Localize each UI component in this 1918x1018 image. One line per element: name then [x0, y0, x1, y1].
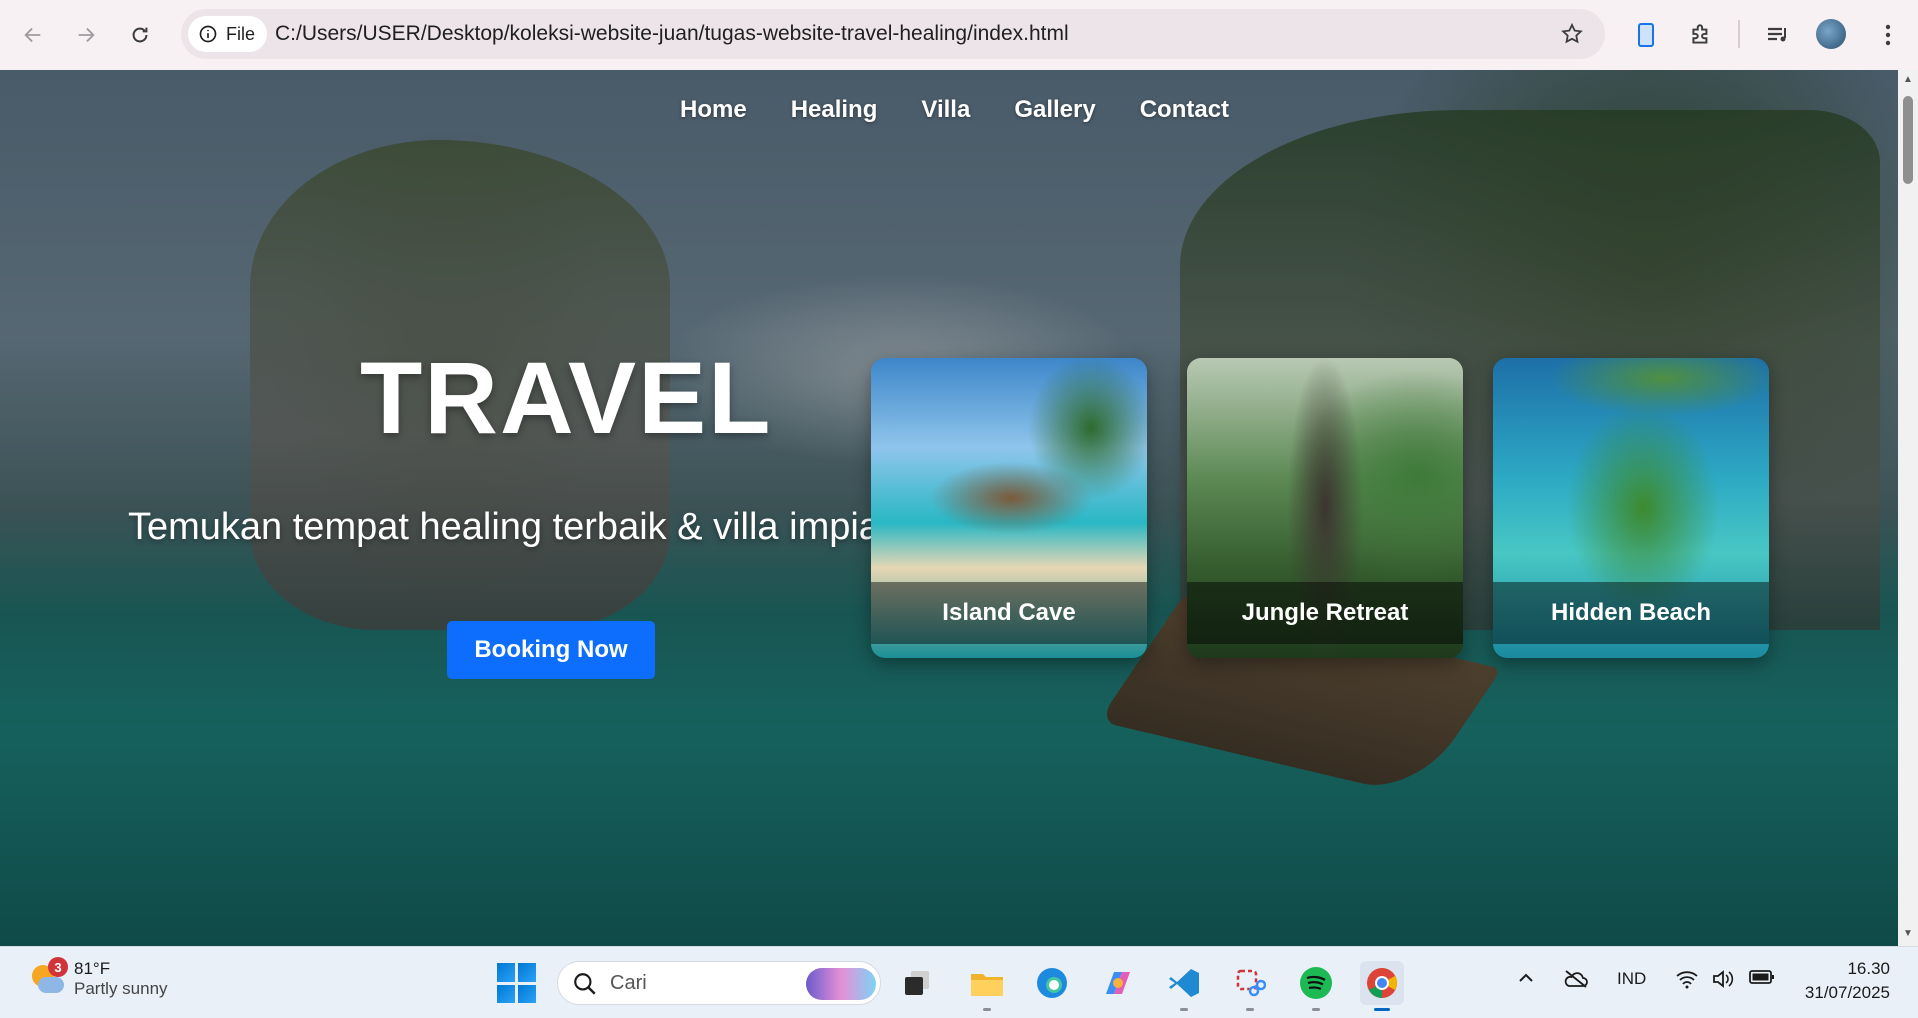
taskbar-copilot[interactable] [1096, 961, 1140, 1005]
bookmark-button[interactable] [1557, 19, 1587, 49]
notification-badge: 3 [48, 957, 68, 977]
clock-date: 31/07/2025 [1804, 983, 1890, 1002]
edge-icon [1037, 968, 1067, 998]
file-label: File [226, 23, 256, 44]
scroll-down-icon[interactable]: ▼ [1902, 928, 1914, 940]
hero-subtitle-clip: Temukan tempat healing terbaik & villa i… [128, 506, 880, 566]
start-button[interactable] [497, 963, 537, 1003]
weather-desc: Partly sunny [74, 979, 168, 998]
running-indicator [983, 1008, 991, 1011]
onedrive-status[interactable] [1563, 969, 1589, 994]
nav-contact[interactable]: Contact [1140, 96, 1229, 124]
copilot-icon [1106, 972, 1130, 994]
page-viewport: Home Healing Villa Gallery Contact TRAVE… [0, 70, 1898, 946]
cloud-offline-icon [1564, 970, 1588, 988]
card-jungle-retreat[interactable]: Jungle Retreat [1187, 358, 1463, 658]
nav-villa[interactable]: Villa [921, 96, 970, 124]
vscode-icon [1169, 969, 1199, 997]
site-nav: Home Healing Villa Gallery Contact [680, 96, 1229, 124]
active-indicator [1374, 1008, 1390, 1011]
task-view-button[interactable] [895, 961, 939, 1005]
clock-time: 16.30 [1847, 959, 1890, 978]
search-placeholder: Cari [610, 972, 647, 994]
system-clock[interactable]: 16.30 31/07/2025 [1805, 957, 1890, 1005]
toolbar-divider [1738, 20, 1740, 48]
booking-now-button[interactable]: Booking Now [447, 621, 655, 679]
site-info-chip[interactable]: File [188, 16, 268, 52]
media-control-button[interactable] [1759, 16, 1797, 54]
info-icon [199, 25, 217, 43]
hero-title: TRAVEL [360, 341, 773, 455]
wifi-status[interactable] [1675, 969, 1699, 994]
weather-widget[interactable]: 3 81°F Partly sunny [28, 957, 168, 999]
page-scrollbar[interactable]: ▲ ▼ [1898, 70, 1918, 946]
taskbar-spotify[interactable] [1294, 961, 1338, 1011]
folder-icon [971, 974, 1003, 996]
scissors-icon [1236, 969, 1266, 997]
scroll-up-icon[interactable]: ▲ [1902, 74, 1914, 86]
running-indicator [1180, 1008, 1188, 1011]
card-island-cave[interactable]: Island Cave [871, 358, 1147, 658]
taskbar-edge[interactable] [1030, 961, 1074, 1005]
language-indicator[interactable]: IND [1617, 969, 1646, 989]
search-icon [574, 973, 596, 995]
speaker-icon [1713, 970, 1734, 988]
taskbar-file-explorer[interactable] [965, 961, 1009, 1011]
media-queue-icon [1768, 27, 1786, 42]
chevron-up-icon [1519, 973, 1533, 982]
hero-subtitle: Temukan tempat healing terbaik & villa i… [128, 506, 880, 548]
arrow-left-icon [24, 27, 41, 43]
card-label: Hidden Beach [1493, 582, 1769, 644]
forward-button[interactable] [68, 17, 104, 53]
url-text[interactable]: C:/Users/USER/Desktop/koleksi-website-ju… [275, 22, 1069, 46]
puzzle-icon [1692, 24, 1708, 44]
phone-icon [1638, 23, 1654, 47]
volume-status[interactable] [1711, 969, 1735, 994]
tab-search-button[interactable] [1627, 16, 1665, 54]
taskbar-snipping-tool[interactable] [1228, 961, 1272, 1011]
running-indicator [1312, 1008, 1320, 1011]
address-bar[interactable]: File C:/Users/USER/Desktop/koleksi-websi… [181, 9, 1605, 59]
taskbar-chrome[interactable] [1360, 961, 1404, 1011]
nav-home[interactable]: Home [680, 96, 747, 124]
spotify-icon [1300, 967, 1332, 999]
taskbar: 3 81°F Partly sunny Cari IND 16.30 31/07… [0, 946, 1918, 1018]
partly-sunny-icon: 3 [28, 957, 68, 997]
card-label: Jungle Retreat [1187, 582, 1463, 644]
arrow-right-icon [78, 27, 95, 43]
star-icon [1561, 22, 1583, 44]
card-label: Island Cave [871, 582, 1147, 644]
wifi-icon [1676, 971, 1698, 989]
battery-status[interactable] [1749, 969, 1775, 990]
nav-healing[interactable]: Healing [791, 96, 878, 124]
profile-avatar[interactable] [1816, 19, 1846, 49]
weather-temp: 81°F [74, 959, 111, 978]
task-view-icon [905, 971, 929, 995]
reload-icon [132, 27, 148, 43]
more-vertical-icon [1885, 24, 1891, 46]
menu-button[interactable] [1869, 16, 1907, 54]
card-hidden-beach[interactable]: Hidden Beach [1493, 358, 1769, 658]
chrome-icon [1367, 968, 1397, 998]
browser-toolbar: File C:/Users/USER/Desktop/koleksi-websi… [0, 0, 1918, 70]
running-indicator [1246, 1008, 1254, 1011]
battery-icon [1749, 970, 1774, 984]
reload-button[interactable] [122, 17, 158, 53]
scroll-thumb[interactable] [1903, 96, 1913, 184]
show-hidden-icons[interactable] [1517, 969, 1535, 992]
taskbar-vscode[interactable] [1162, 961, 1206, 1011]
search-highlight-image [806, 968, 876, 1000]
extensions-button[interactable] [1682, 16, 1720, 54]
back-button[interactable] [15, 17, 51, 53]
taskbar-search[interactable]: Cari [557, 961, 881, 1005]
windows-logo-icon [497, 963, 515, 982]
nav-gallery[interactable]: Gallery [1014, 96, 1095, 124]
